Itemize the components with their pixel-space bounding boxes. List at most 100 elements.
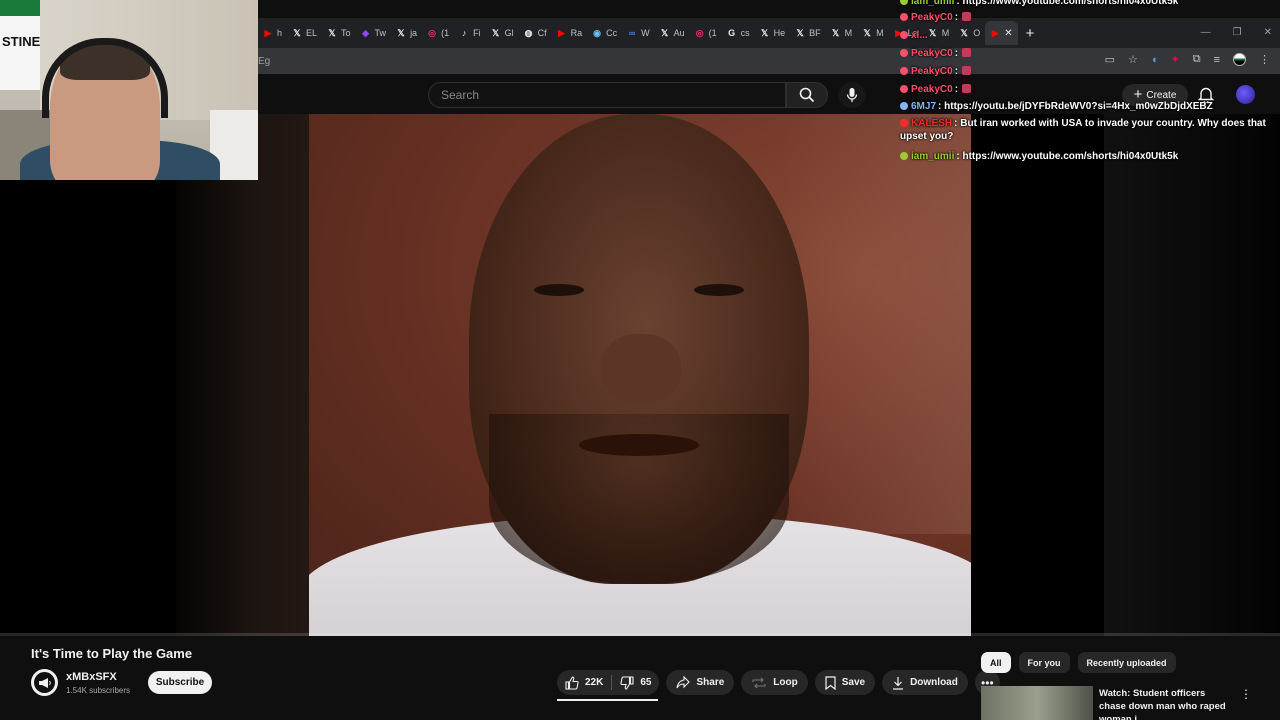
- video-eye-left: [534, 284, 584, 296]
- chat-text: : But iran worked with USA to invade you…: [900, 118, 1266, 142]
- search-input[interactable]: Search: [428, 82, 786, 108]
- browser-tab[interactable]: 𝕏M: [826, 21, 858, 45]
- chat-badge-icon: [900, 119, 908, 127]
- browser-tab[interactable]: ◎ (1: [422, 21, 454, 45]
- browser-tab[interactable]: 𝕏ja: [391, 21, 422, 45]
- chat-emote-icon: [962, 84, 972, 93]
- chat-message: iam_umii: https://www.youtube.com/shorts…: [900, 0, 1278, 8]
- chat-message: KALESH: But iran worked with USA to inva…: [900, 117, 1278, 143]
- address-text: Eg: [258, 55, 271, 67]
- browser-tab[interactable]: 𝕏 Au: [655, 21, 690, 45]
- x-icon: 𝕏: [660, 28, 669, 38]
- like-count: 22K: [585, 677, 604, 688]
- browser-tab[interactable]: 𝕏 Gl: [486, 21, 519, 45]
- browser-tab[interactable]: 𝕏M: [857, 21, 889, 45]
- chat-text: :: [954, 66, 959, 77]
- chat-username: iam_umii: [911, 151, 955, 162]
- browser-tab[interactable]: ◎ (1: [690, 21, 722, 45]
- chat-badge-icon: [900, 67, 908, 75]
- more-vertical-icon[interactable]: ⋮: [1240, 687, 1252, 701]
- save-button[interactable]: Save: [814, 670, 876, 695]
- tiktok-icon: ♪: [461, 28, 467, 38]
- browser-tab-label: M: [876, 28, 884, 38]
- loop-icon: [752, 677, 766, 688]
- chat-overlay: iam_umii : https://www.youtube.com/shorts…: [898, 0, 1280, 165]
- browser-tab[interactable]: 𝕏 BF: [790, 21, 826, 45]
- x-icon: 𝕏: [832, 28, 840, 38]
- webcam-flag: STINE: [0, 0, 40, 90]
- browser-tab-label: To: [341, 28, 351, 38]
- share-label: Share: [696, 677, 725, 688]
- browser-tab-label: Au: [673, 28, 685, 38]
- video-player[interactable]: [0, 114, 1280, 636]
- chat-badge-icon: [900, 13, 908, 21]
- loop-button[interactable]: Loop: [741, 670, 808, 695]
- chat-badge-icon: [900, 0, 908, 5]
- chip-for-you[interactable]: For you: [1018, 652, 1070, 673]
- microphone-icon: [846, 88, 858, 102]
- browser-tab[interactable]: 𝕏 EL: [287, 21, 322, 45]
- flag-stripe: [0, 0, 40, 16]
- browser-tab[interactable]: ♪ Fi: [454, 21, 486, 45]
- twitch-icon: ◆: [362, 28, 369, 38]
- recommendation-thumbnail[interactable]: [981, 686, 1093, 720]
- instagram-icon: ◎: [695, 28, 704, 38]
- browser-tab[interactable]: Gcs: [722, 21, 755, 45]
- chat-username: PeakyC0: [911, 12, 953, 23]
- download-button[interactable]: Download: [882, 670, 968, 695]
- browser-tab[interactable]: ◍ Cf: [519, 21, 552, 45]
- chat-emote-icon: [962, 66, 972, 75]
- browser-tab-label: EL: [306, 28, 318, 38]
- x-icon: 𝕏: [796, 28, 804, 38]
- browser-tab[interactable]: ▶ Ra: [552, 21, 588, 45]
- browser-tab[interactable]: 𝕏 To: [322, 21, 356, 45]
- x-icon: 𝕏: [293, 28, 301, 38]
- browser-tab[interactable]: ∞ W: [622, 21, 655, 45]
- x-icon: 𝕏: [491, 28, 500, 38]
- youtube-icon: ▶: [264, 28, 272, 38]
- channel-name[interactable]: xMBxSFX: [66, 671, 117, 683]
- chat-message: 6MJ7: https://youtu.be/jDYFbRdeWV0?si=4H…: [900, 100, 1278, 113]
- share-icon: [676, 676, 691, 689]
- chat-badge-icon: [900, 85, 908, 93]
- dislike-button[interactable]: 65: [612, 670, 659, 695]
- video-frame[interactable]: [309, 114, 971, 636]
- chat-username: PeakyC0: [911, 66, 953, 77]
- video-actions: 22K 65 Share Loop Save Download •••: [557, 670, 1000, 695]
- channel-avatar-inner: [34, 672, 55, 693]
- x-icon: 𝕏: [328, 28, 336, 38]
- channel-avatar[interactable]: [31, 669, 58, 696]
- download-label: Download: [910, 677, 958, 688]
- chat-emote-icon: [962, 12, 972, 21]
- chat-message: xl...: [900, 29, 1278, 42]
- download-icon: [893, 676, 904, 690]
- video-progress-bar[interactable]: [0, 633, 1280, 636]
- browser-tab[interactable]: ▶ h: [258, 21, 287, 45]
- voice-search-button[interactable]: [838, 82, 866, 108]
- chat-message: PeakyC0:: [900, 11, 1278, 24]
- thumbs-up-icon: [565, 675, 579, 690]
- recommendation-title[interactable]: Watch: Student officers chase down man w…: [1099, 687, 1229, 720]
- browser-tab[interactable]: 𝕏 He: [755, 21, 791, 45]
- video-mouth: [579, 434, 699, 456]
- chat-text: :: [954, 12, 959, 23]
- chat-message: PeakyC0:: [900, 47, 1278, 60]
- search-button[interactable]: [786, 82, 828, 108]
- subscribe-button[interactable]: Subscribe: [148, 671, 212, 694]
- google-icon: G: [728, 28, 736, 38]
- chip-all[interactable]: All: [981, 652, 1011, 673]
- like-button[interactable]: 22K: [557, 670, 611, 695]
- chip-recently-uploaded[interactable]: Recently uploaded: [1077, 652, 1176, 673]
- like-dislike-group: 22K 65: [557, 670, 660, 695]
- chat-badge-icon: [900, 102, 908, 110]
- chat-badge-icon: [900, 152, 908, 160]
- chat-emote-icon: [962, 48, 972, 57]
- dislike-count: 65: [640, 677, 652, 688]
- chat-text: : https://www.youtube.com/shorts/hi04x0U…: [956, 0, 1179, 7]
- share-button[interactable]: Share: [666, 670, 735, 695]
- save-label: Save: [841, 677, 866, 688]
- browser-tab[interactable]: ◉ Cc: [587, 21, 622, 45]
- chat-message: iam_umii: https://www.youtube.com/shorts…: [900, 150, 1278, 163]
- browser-tab[interactable]: ◆ Tw: [356, 21, 392, 45]
- browser-tab-label: ja: [410, 28, 418, 38]
